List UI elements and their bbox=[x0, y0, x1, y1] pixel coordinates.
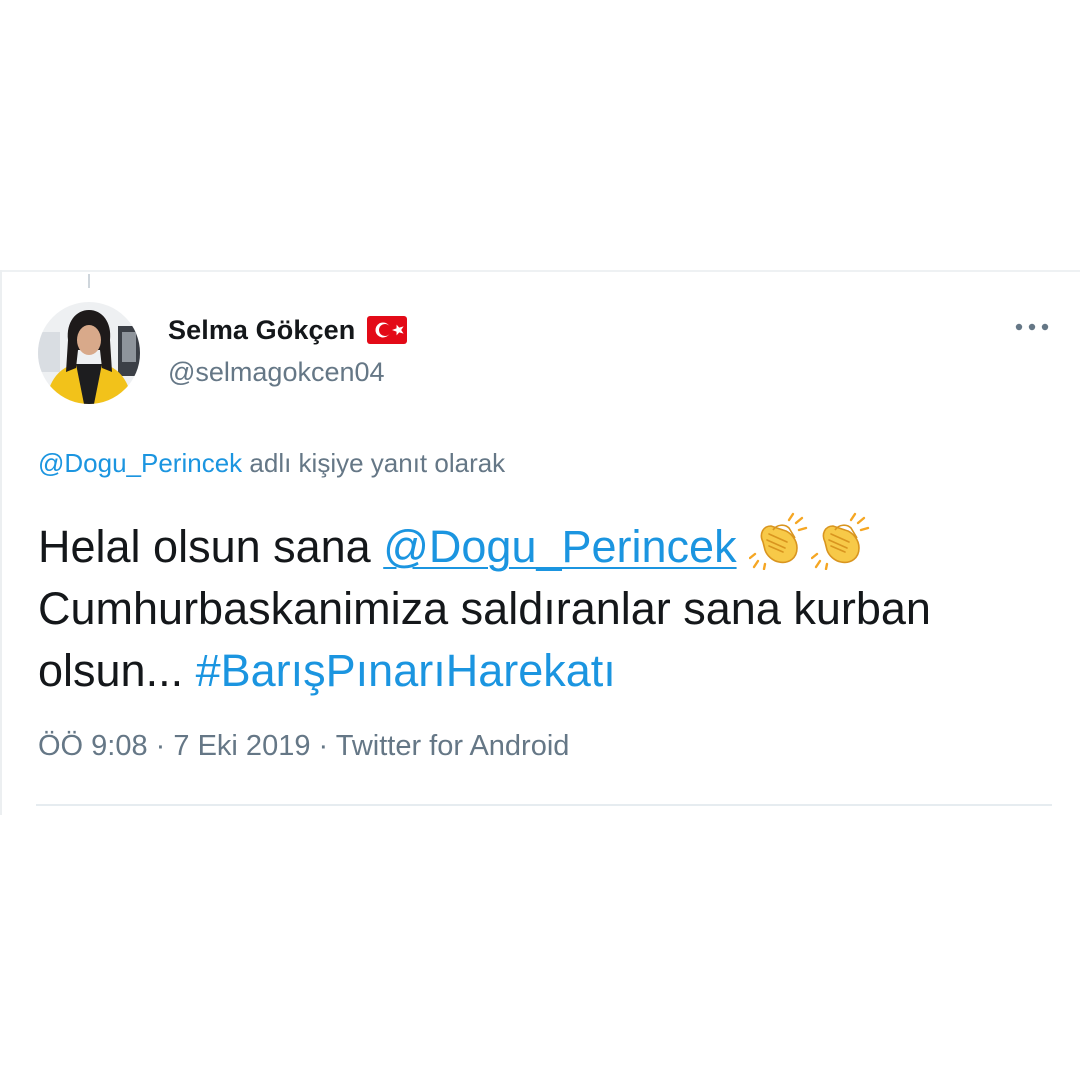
profile-photo-avatar bbox=[38, 302, 140, 404]
tweet-source[interactable]: Twitter for Android bbox=[336, 730, 570, 762]
clapping-hands-emoji bbox=[810, 512, 873, 571]
display-name[interactable]: Selma Gökçen bbox=[168, 315, 355, 346]
meta-separator: · bbox=[147, 730, 174, 762]
more-options-button[interactable] bbox=[1008, 312, 1056, 342]
meta-separator: · bbox=[310, 730, 336, 762]
reply-context: @Dogu_Perincek adlı kişiye yanıt olarak bbox=[38, 448, 505, 479]
avatar[interactable] bbox=[38, 302, 140, 404]
tweet-meta: ÖÖ 9:08 · 7 Eki 2019 · Twitter for Andro… bbox=[38, 730, 569, 763]
turkey-flag-icon bbox=[367, 316, 408, 344]
author-name-row[interactable]: Selma Gökçen bbox=[168, 312, 408, 348]
reply-context-label: adlı kişiye yanıt olarak bbox=[242, 448, 506, 478]
divider bbox=[36, 804, 1052, 806]
more-options-icon bbox=[1015, 323, 1049, 331]
screenshot-canvas: Selma Gökçen @selmagokcen04 @Dogu_Perinc… bbox=[0, 0, 1080, 1080]
clapping-hands-emoji bbox=[748, 512, 811, 571]
thread-line bbox=[88, 274, 90, 288]
tweet-mention-link[interactable]: @Dogu_Perincek bbox=[383, 521, 736, 572]
tweet-date[interactable]: 7 Eki 2019 bbox=[173, 730, 310, 762]
tweet-text-part1: Helal olsun sana bbox=[38, 521, 384, 572]
reply-mention-link[interactable]: @Dogu_Perincek bbox=[38, 448, 242, 478]
card-left-border bbox=[0, 270, 2, 815]
user-handle[interactable]: @selmagokcen04 bbox=[168, 357, 385, 388]
tweet-time[interactable]: ÖÖ 9:08 bbox=[38, 730, 148, 762]
tweet-text: Helal olsun sana @Dogu_Perincek Cumhurba… bbox=[38, 512, 1048, 702]
hashtag-link[interactable]: #BarışPınarıHarekatı bbox=[196, 645, 616, 696]
